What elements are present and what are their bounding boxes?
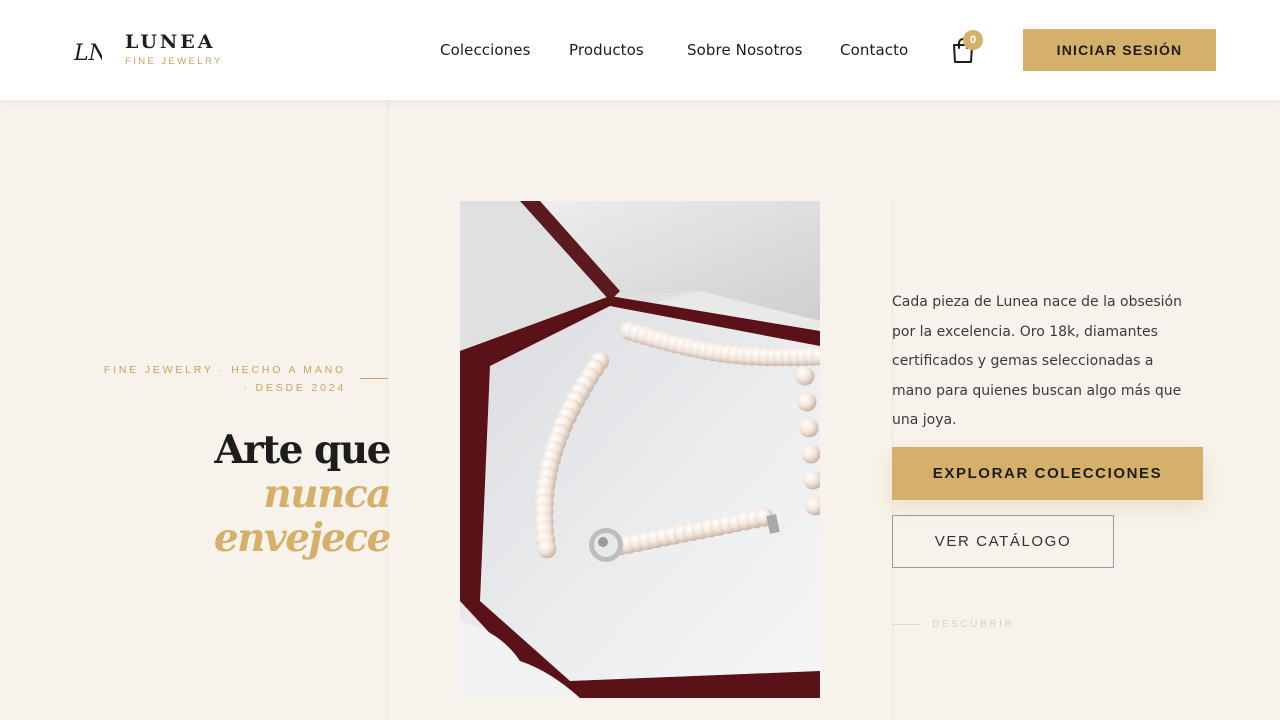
hero-product-image: [460, 201, 820, 698]
divider-left: [387, 100, 388, 720]
cart-count-badge: 0: [963, 30, 983, 50]
logo-monogram-icon[interactable]: LN: [72, 36, 102, 66]
svg-text:LN: LN: [73, 41, 102, 66]
pearl: [795, 366, 815, 386]
pearl: [799, 418, 819, 438]
hero-description: Cada pieza de Lunea nace de la obsesión …: [892, 294, 1182, 428]
hero-title: Arte que nunca envejece: [150, 427, 392, 561]
hero-title-line2: nunca: [263, 471, 391, 517]
nav-colecciones[interactable]: Colecciones: [440, 41, 531, 59]
login-button[interactable]: INICIAR SESIÓN: [1023, 29, 1216, 71]
eyebrow-rule: [360, 378, 388, 379]
hero-title-line1: Arte que: [214, 427, 391, 473]
hero-title-line3: envejece: [213, 515, 392, 561]
scroll-hint-rule: [892, 624, 920, 625]
hero-eyebrow-line1: FINE JEWELRY · HECHO A MANO: [103, 364, 346, 376]
pearl: [801, 444, 820, 464]
pearl: [537, 539, 557, 559]
nav-productos[interactable]: Productos: [569, 41, 644, 59]
view-catalog-button[interactable]: VER CATÁLOGO: [892, 515, 1114, 568]
brand-tagline: FINE JEWELRY: [125, 56, 223, 67]
pearl: [797, 392, 817, 412]
nav-sobre-nosotros[interactable]: Sobre Nosotros: [687, 41, 803, 59]
scroll-hint-link[interactable]: DESCUBRIR: [932, 619, 1014, 630]
explore-collections-button[interactable]: EXPLORAR COLECCIONES: [892, 447, 1203, 500]
hero-eyebrow-line2: · DESDE 2024: [243, 382, 346, 394]
brand-name[interactable]: LUNEA: [125, 31, 215, 53]
hero-eyebrow: FINE JEWELRY · HECHO A MANO · DESDE 2024: [60, 361, 346, 397]
site-header: LN LUNEA FINE JEWELRY Colecciones Produc…: [0, 0, 1280, 100]
nav-contacto[interactable]: Contacto: [840, 41, 908, 59]
